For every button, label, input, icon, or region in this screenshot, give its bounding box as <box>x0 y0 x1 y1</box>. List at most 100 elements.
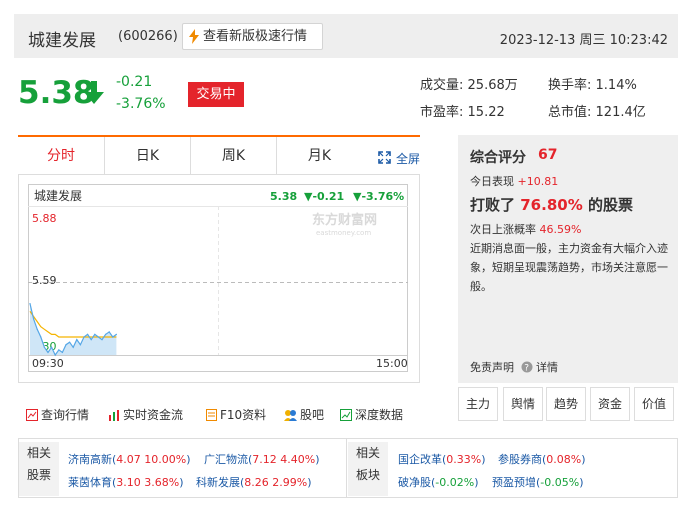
turnover-stat: 换手率: 1.14% <box>548 74 637 93</box>
next-value: 46.59% <box>539 223 582 236</box>
related-stock-item[interactable]: 科新发展(8.26 2.99%) <box>196 474 312 490</box>
button-main-force[interactable]: 主力 <box>458 387 498 421</box>
related-sector-name: 预盈预增 <box>492 476 536 489</box>
chart-title: 城建发展 <box>34 188 82 203</box>
volume-label: 成交量: <box>420 78 464 93</box>
link-f10[interactable]: F10资料 <box>206 406 266 423</box>
tab-daily-k[interactable]: 日K <box>104 137 190 175</box>
related-stock-name: 科新发展 <box>196 476 240 489</box>
beat-suffix: 的股票 <box>587 196 633 214</box>
x-label-end: 15:00 <box>376 357 408 370</box>
fast-quote-label: 查看新版极速行情 <box>203 29 308 44</box>
pe-label: 市盈率: <box>420 105 464 120</box>
related-sector-item[interactable]: 破净股(-0.02%) <box>398 474 479 490</box>
related-stocks-label-line1: 相关 <box>26 446 51 460</box>
button-sentiment[interactable]: 舆情 <box>503 387 543 421</box>
price-point <box>72 346 74 348</box>
fast-quote-button[interactable]: 查看新版极速行情 <box>182 23 323 50</box>
disclaimer-link[interactable]: 免责声明 <box>470 361 514 374</box>
related-stock-item[interactable]: 莱茵体育(3.10 3.68%) <box>68 474 184 490</box>
today-performance: 今日表现 +10.81 <box>470 173 558 189</box>
price-point <box>65 344 67 346</box>
disclaimer-row: 免责声明 ? 详情 <box>470 359 558 375</box>
price-point <box>108 331 110 333</box>
users-icon <box>284 410 297 421</box>
market-cap-stat: 总市值: 121.4亿 <box>548 101 646 120</box>
trading-status-badge: 交易中 <box>188 82 244 107</box>
related-sectors-label-line1: 相关 <box>355 446 380 460</box>
link-realtime-fund-flow[interactable]: 实时资金流 <box>108 406 183 423</box>
related-sector-item[interactable]: 参股券商(0.08%) <box>498 451 586 467</box>
price-point <box>94 333 96 335</box>
button-trend[interactable]: 趋势 <box>546 387 586 421</box>
price-point <box>51 346 53 348</box>
link-query-quote[interactable]: 查询行情 <box>26 406 89 423</box>
intraday-chart[interactable]: 城建发展 5.38 ▼-0.21 ▼-3.76% 东方财富网 eastmoney… <box>28 184 408 372</box>
chart-change-abs: ▼-0.21 <box>304 190 344 203</box>
stock-name[interactable]: 城建发展 <box>28 26 96 51</box>
price-point <box>58 349 60 351</box>
related-stock-name: 广汇物流 <box>204 453 248 466</box>
help-icon[interactable]: ? <box>521 361 533 374</box>
button-capital[interactable]: 资金 <box>590 387 630 421</box>
related-sector-item[interactable]: 国企改革(0.33%) <box>398 451 486 467</box>
datetime: 2023-12-13 周三 10:23:42 <box>499 33 668 48</box>
price-point <box>69 341 71 343</box>
fullscreen-label: 全屏 <box>396 152 421 166</box>
price-point <box>105 333 107 335</box>
x-label-start: 09:30 <box>32 357 64 370</box>
tab-weekly-k[interactable]: 周K <box>190 137 276 175</box>
chart-search-icon <box>26 409 38 421</box>
related-sector-value: 0.08% <box>546 453 582 466</box>
lightning-icon <box>189 29 199 44</box>
related-sector-item[interactable]: 预盈预增(-0.05%) <box>492 474 584 490</box>
bar-chart-icon <box>109 410 119 421</box>
related-stock-value: 7.12 4.40% <box>252 453 316 466</box>
tab-monthly-k[interactable]: 月K <box>276 137 362 175</box>
related-stocks-label-line2: 股票 <box>26 468 51 482</box>
svg-text:?: ? <box>524 364 529 374</box>
price-point <box>36 328 38 330</box>
y-label-top: 5.88 <box>32 212 57 225</box>
related-stock-item[interactable]: 广汇物流(7.12 4.40%) <box>204 451 320 467</box>
price-point <box>97 336 99 338</box>
pe-stat: 市盈率: 15.22 <box>420 101 505 120</box>
related-sector-name: 参股券商 <box>498 453 542 466</box>
link-depth-data[interactable]: 深度数据 <box>340 406 403 423</box>
link-guba[interactable]: 股吧 <box>284 406 324 423</box>
next-day-probability: 次日上涨概率 46.59% <box>470 221 581 237</box>
change-percent: -3.76% <box>116 96 166 112</box>
data-icon <box>340 409 352 421</box>
link-query-quote-label: 查询行情 <box>41 408 90 422</box>
price-point <box>101 339 103 341</box>
pe-value: 15.22 <box>467 105 505 120</box>
details-link[interactable]: 详情 <box>536 361 558 374</box>
watermark-subtext: eastmoney.com <box>316 229 371 237</box>
link-f10-label: F10资料 <box>220 408 267 422</box>
related-divider <box>346 439 347 497</box>
market-cap-value: 121.4亿 <box>595 105 646 120</box>
related-stock-value: 4.07 10.00% <box>116 453 187 466</box>
related-stock-item[interactable]: 济南高新(4.07 10.00%) <box>68 451 191 467</box>
price-point <box>43 346 45 348</box>
related-sector-name: 破净股 <box>398 476 431 489</box>
price-point <box>40 336 42 338</box>
turnover-label: 换手率: <box>548 78 592 93</box>
turnover-value: 1.14% <box>595 78 637 93</box>
market-cap-label: 总市值: <box>548 105 592 120</box>
price-point <box>54 354 56 356</box>
related-sectors-label: 相关 板块 <box>348 442 388 496</box>
related-sector-value: -0.02% <box>435 476 475 489</box>
price-point <box>79 344 81 346</box>
tab-intraday[interactable]: 分时 <box>18 137 104 175</box>
price-point <box>83 336 85 338</box>
price-point <box>76 339 78 341</box>
button-value[interactable]: 价值 <box>634 387 674 421</box>
price-point <box>115 333 117 335</box>
expand-icon <box>378 151 391 164</box>
related-sectors-label-line2: 板块 <box>355 468 380 482</box>
fullscreen-button[interactable]: 全屏 <box>378 150 421 167</box>
price-point <box>87 333 89 335</box>
related-sector-value: -0.05% <box>540 476 580 489</box>
link-realtime-fund-flow-label: 实时资金流 <box>123 408 184 422</box>
